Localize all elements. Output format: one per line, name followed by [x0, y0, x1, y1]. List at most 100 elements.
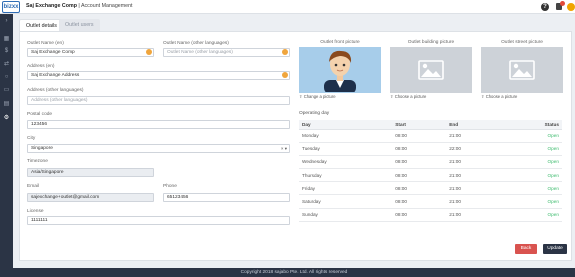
postal-code-label: Postal code: [27, 112, 53, 117]
city-controls: × ▾: [281, 145, 287, 152]
change-front-picture-link[interactable]: ⇪ Change a picture: [299, 94, 336, 99]
end-time-cell[interactable]: 21:00: [446, 194, 501, 209]
settings-icon[interactable]: ⚙: [3, 115, 10, 121]
choose-building-picture-link[interactable]: ⇪ Choose a picture: [390, 94, 426, 99]
start-header: Start: [392, 120, 447, 130]
translate-icon[interactable]: [146, 49, 152, 55]
choose-street-picture-link[interactable]: ⇪ Choose a picture: [481, 94, 517, 99]
start-time-cell[interactable]: 08:00: [392, 194, 447, 209]
search-icon[interactable]: ○: [3, 74, 10, 80]
outlet-name-label: Outlet Name (en): [27, 41, 64, 46]
email-input: sajexchange+outlet@gmail.com: [27, 193, 154, 202]
start-time-cell[interactable]: 08:00: [392, 142, 447, 156]
company-name: Saj Exchange Comp: [26, 3, 77, 9]
end-time-cell[interactable]: 21:00: [446, 208, 501, 222]
day-cell: Friday: [299, 181, 393, 196]
avatar-illustration: [324, 50, 356, 92]
translate-icon[interactable]: [282, 49, 288, 55]
outlet-name-input[interactable]: Saj Exchange Comp: [27, 48, 154, 57]
table-row[interactable]: Saturday 08:00 21:00 Open: [299, 194, 562, 209]
image-placeholder-icon: [418, 60, 444, 80]
building-picture-placeholder[interactable]: [390, 47, 472, 93]
user-avatar-icon[interactable]: [567, 3, 575, 11]
city-label: City: [27, 136, 36, 141]
day-cell: Monday: [299, 129, 393, 143]
front-picture[interactable]: [299, 47, 381, 93]
help-icon[interactable]: ?: [541, 3, 549, 11]
translate-icon[interactable]: [282, 72, 288, 78]
chevron-down-icon[interactable]: ▾: [285, 146, 287, 151]
clear-icon[interactable]: ×: [281, 146, 284, 151]
postal-code-input[interactable]: 123456: [27, 120, 290, 129]
status-cell[interactable]: Open: [500, 181, 562, 196]
back-button[interactable]: Back: [515, 244, 537, 254]
top-bar: bizxx Saj Exchange Comp | Account Manage…: [0, 0, 575, 14]
status-cell[interactable]: Open: [500, 194, 562, 209]
status-cell[interactable]: Open: [500, 129, 562, 143]
tab-outlet-details[interactable]: Outlet details: [19, 19, 64, 31]
expand-menu-icon[interactable]: ›: [3, 18, 10, 24]
table-row[interactable]: Monday 08:00 21:00 Open: [299, 129, 562, 143]
sidebar: › ▦ $ ⇄ ○ ▭ ▤ ⚙: [0, 14, 13, 277]
status-cell[interactable]: Open: [500, 168, 562, 183]
day-cell: Saturday: [299, 194, 393, 209]
address-other-input[interactable]: Address (other languages): [27, 96, 290, 105]
day-cell: Wednesday: [299, 155, 393, 170]
tab-outlet-users[interactable]: Outlet users: [59, 19, 100, 31]
start-time-cell[interactable]: 08:00: [392, 168, 447, 183]
end-time-cell[interactable]: 21:00: [446, 129, 501, 143]
end-time-cell[interactable]: 21:00: [446, 181, 501, 196]
license-label: License: [27, 209, 44, 214]
address-input[interactable]: Saj Exchange Address: [27, 71, 290, 80]
start-time-cell[interactable]: 08:00: [392, 155, 447, 170]
table-row[interactable]: Sunday 08:00 21:00 Open: [299, 208, 562, 222]
outlet-name-other-input[interactable]: Outlet Name (other languages): [163, 48, 290, 57]
end-time-cell[interactable]: 21:00: [446, 155, 501, 170]
license-input[interactable]: 1111111: [27, 216, 290, 225]
front-picture-title: Outlet front picture: [320, 40, 360, 45]
timezone-label: Timezone: [27, 159, 48, 164]
end-time-cell[interactable]: 22:00: [446, 142, 501, 156]
table-row[interactable]: Tuesday 08:00 22:00 Open: [299, 142, 562, 156]
timezone-input: Asia/Singapore: [27, 168, 154, 177]
notification-badge: [560, 1, 565, 6]
table-row[interactable]: Wednesday 08:00 21:00 Open: [299, 155, 562, 170]
phone-label: Phone: [163, 184, 177, 189]
start-time-cell[interactable]: 08:00: [392, 208, 447, 222]
app-logo[interactable]: bizxx: [2, 1, 20, 13]
start-time-cell[interactable]: 08:00: [392, 181, 447, 196]
address-other-label: Address (other languages): [27, 88, 84, 93]
status-header: Status: [500, 120, 562, 130]
city-select[interactable]: Singapore × ▾: [27, 144, 290, 153]
status-cell[interactable]: Open: [500, 155, 562, 170]
document-icon[interactable]: ▭: [3, 87, 10, 93]
day-cell: Tuesday: [299, 142, 393, 156]
status-cell[interactable]: Open: [500, 208, 562, 222]
day-header: Day: [299, 120, 393, 130]
status-cell[interactable]: Open: [500, 142, 562, 156]
page-title: Account Management: [80, 3, 133, 9]
building-picture-title: Outlet building picture: [407, 40, 455, 45]
outlet-name-other-label: Outlet Name (other languages): [163, 41, 229, 46]
city-value: Singapore: [31, 146, 53, 151]
breadcrumb: Saj Exchange Comp | Account Management: [26, 3, 133, 9]
street-picture-placeholder[interactable]: [481, 47, 563, 93]
operating-day-title: Operating day: [299, 111, 330, 116]
table-row[interactable]: Friday 08:00 21:00 Open: [299, 181, 562, 196]
end-header: End: [446, 120, 501, 130]
chart-icon[interactable]: ▤: [3, 101, 10, 107]
phone-input[interactable]: 65123456: [163, 193, 290, 202]
start-time-cell[interactable]: 08:00: [392, 129, 447, 143]
day-cell: Thursday: [299, 168, 393, 183]
currency-icon[interactable]: $: [3, 48, 10, 54]
image-placeholder-icon: [509, 60, 535, 80]
dashboard-icon[interactable]: ▦: [3, 36, 10, 42]
day-cell: Sunday: [299, 208, 393, 222]
end-time-cell[interactable]: 21:00: [446, 168, 501, 183]
exchange-icon[interactable]: ⇄: [3, 61, 10, 67]
table-header-row: Day Start End Status: [299, 120, 562, 130]
footer: Copyright 2018 sajabo Pte. Ltd. All righ…: [13, 268, 575, 277]
street-picture-title: Outlet street picture: [501, 40, 543, 45]
update-button[interactable]: Update: [543, 244, 567, 254]
table-row[interactable]: Thursday 08:00 21:00 Open: [299, 168, 562, 183]
